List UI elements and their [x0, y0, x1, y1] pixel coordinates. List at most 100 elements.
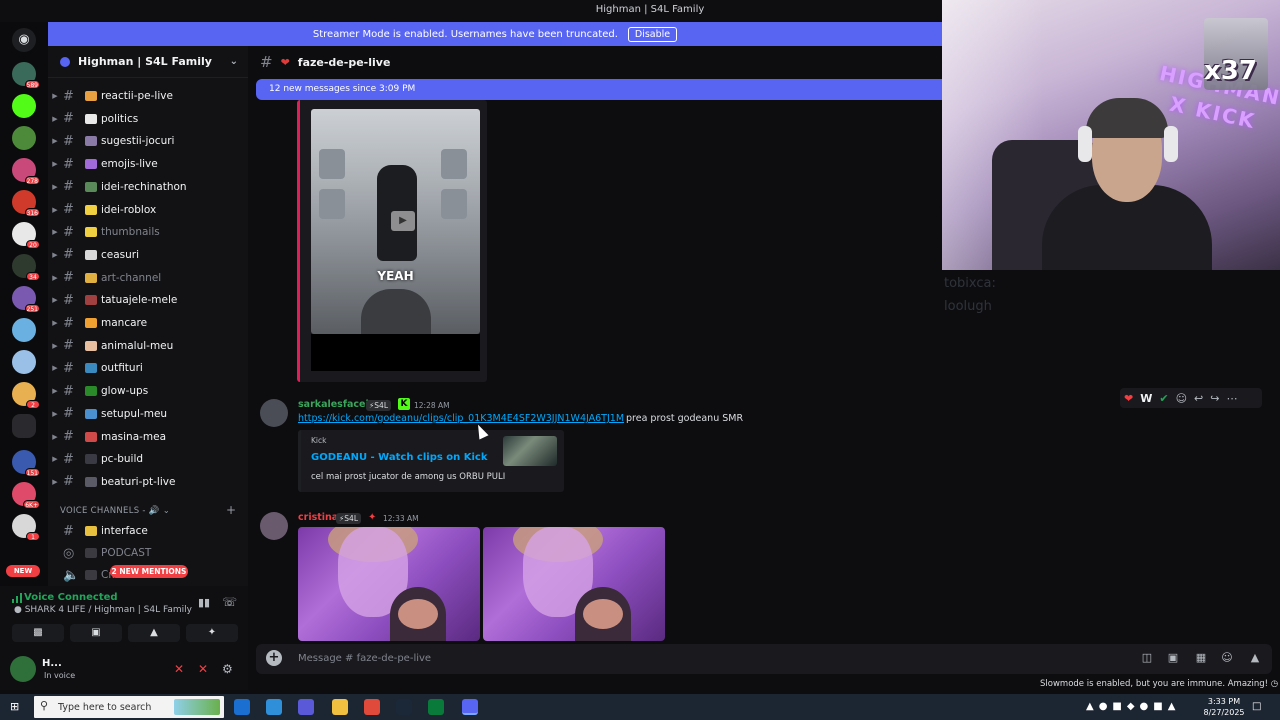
- voice-category-header[interactable]: VOICE CHANNELS - 🔊 ⌄: [60, 506, 170, 516]
- server-folder-icon[interactable]: [12, 414, 36, 438]
- system-tray[interactable]: ▲●■◆●■▲: [1086, 701, 1180, 712]
- voice-channel-podcast[interactable]: ◎ PODCAST: [48, 543, 248, 563]
- message-input[interactable]: Message # faze-de-pe-live: [298, 653, 431, 664]
- channel-item[interactable]: ▶ # emojis-live: [48, 154, 248, 174]
- discord-taskbar-icon[interactable]: [462, 699, 478, 715]
- soundboard-button[interactable]: ✦: [186, 624, 238, 642]
- avatar[interactable]: [10, 656, 36, 682]
- discord-home-icon[interactable]: ◉: [12, 28, 36, 52]
- server-icon-10[interactable]: [12, 350, 36, 374]
- heart-reaction-icon[interactable]: ❤: [1124, 392, 1133, 405]
- server-icon-kick[interactable]: [12, 94, 36, 118]
- hash-icon: #: [63, 270, 74, 286]
- video-off-button[interactable]: ▩: [12, 624, 64, 642]
- server-header[interactable]: Highman | S4L Family ⌄: [48, 46, 248, 78]
- taskbar-app-icon[interactable]: [266, 699, 282, 715]
- sticker-icon[interactable]: ▦: [1194, 651, 1208, 665]
- channel-item[interactable]: ▶ # politics: [48, 109, 248, 129]
- apps-icon[interactable]: ▲: [1248, 651, 1262, 665]
- server-icon-11[interactable]: 2: [12, 382, 40, 409]
- channel-item[interactable]: ▶ # setupul-meu: [48, 404, 248, 424]
- taskbar-search[interactable]: ⚲ Type here to search: [34, 696, 224, 718]
- steam-icon[interactable]: [396, 699, 412, 715]
- server-icon-6[interactable]: 20: [12, 222, 40, 249]
- attached-image[interactable]: [483, 527, 665, 641]
- channel-item[interactable]: ▶ # masina-mea: [48, 427, 248, 447]
- browser-icon[interactable]: [364, 699, 380, 715]
- video-embed[interactable]: ▶ YEAH: [297, 100, 487, 382]
- embed-thumbnail[interactable]: [503, 436, 557, 466]
- activities-button[interactable]: ▲: [128, 624, 180, 642]
- w-reaction[interactable]: W: [1140, 392, 1152, 405]
- taskbar-app-icon[interactable]: [428, 699, 444, 715]
- add-reaction-icon[interactable]: ☺: [1176, 392, 1187, 405]
- channel-item[interactable]: ▶ # reactii-pe-live: [48, 86, 248, 106]
- notifications-icon[interactable]: □: [1252, 701, 1261, 712]
- gift-icon[interactable]: ◫: [1140, 651, 1154, 665]
- server-icon-1[interactable]: 589: [12, 62, 40, 89]
- voice-connected-status[interactable]: Voice Connected: [24, 592, 118, 603]
- forward-icon[interactable]: ↪: [1210, 392, 1219, 405]
- disconnect-icon[interactable]: ☏: [222, 595, 237, 609]
- more-icon[interactable]: ⋯: [1226, 392, 1237, 405]
- mute-mic-icon[interactable]: ✕: [174, 662, 184, 676]
- channel-item[interactable]: ▶ # glow-ups: [48, 381, 248, 401]
- server-icon-13[interactable]: 6K+: [12, 482, 40, 509]
- server-icon-8[interactable]: 251: [12, 286, 40, 313]
- taskbar-clock[interactable]: 3:33 PM 8/27/2025: [1202, 696, 1246, 718]
- collapse-arrow-icon: ▶: [52, 250, 58, 259]
- server-icon-14[interactable]: 1: [12, 514, 40, 541]
- channel-item[interactable]: ▶ # idei-roblox: [48, 200, 248, 220]
- noise-suppression-icon[interactable]: ▮▮: [198, 596, 210, 609]
- play-icon[interactable]: ▶: [391, 211, 415, 231]
- embed-title[interactable]: GODEANU - Watch clips on Kick: [311, 452, 488, 463]
- message-author[interactable]: cristina: [298, 512, 338, 523]
- gear-icon[interactable]: ⚙: [222, 662, 233, 676]
- deafen-icon[interactable]: ✕: [198, 662, 208, 676]
- add-channel-icon[interactable]: +: [226, 503, 236, 517]
- channel-item[interactable]: ▶ # idei-rechinathon: [48, 177, 248, 197]
- taskbar-app-icon[interactable]: [298, 699, 314, 715]
- collapse-arrow-icon: ▶: [52, 341, 58, 350]
- channel-item[interactable]: ▶ # ceasuri: [48, 245, 248, 265]
- channel-item[interactable]: ▶ # mancare: [48, 313, 248, 333]
- attach-plus-icon[interactable]: +: [266, 650, 282, 666]
- server-icon-5[interactable]: 316: [12, 190, 40, 217]
- channel-item[interactable]: ▶ # thumbnails: [48, 222, 248, 242]
- task-view-icon[interactable]: [234, 699, 250, 715]
- channel-item[interactable]: ▶ # art-channel: [48, 268, 248, 288]
- avatar[interactable]: [260, 399, 288, 427]
- server-icon-4[interactable]: 278: [12, 158, 40, 185]
- check-reaction-icon[interactable]: ✔: [1159, 392, 1168, 405]
- server-icon-9[interactable]: [12, 318, 36, 342]
- channel-item[interactable]: ▶ # sugestii-jocuri: [48, 131, 248, 151]
- reply-icon[interactable]: ↩: [1194, 392, 1203, 405]
- message-author[interactable]: sarkalesfaceit: [298, 399, 373, 410]
- collapse-arrow-icon: ▶: [52, 364, 58, 373]
- new-unreads-pill[interactable]: NEW: [6, 565, 40, 577]
- server-icon-12[interactable]: 151: [12, 450, 40, 477]
- channel-item[interactable]: ▶ # tatuajele-mele: [48, 290, 248, 310]
- user-name: H...: [42, 658, 62, 669]
- clip-link[interactable]: https://kick.com/godeanu/clips/clip_01K3…: [298, 413, 624, 424]
- windows-start-icon[interactable]: ⊞: [10, 701, 22, 713]
- channel-item[interactable]: ▶ # beaturi-pt-live: [48, 472, 248, 492]
- gif-icon[interactable]: ▣: [1166, 651, 1180, 665]
- file-explorer-icon[interactable]: [332, 699, 348, 715]
- avatar[interactable]: [260, 512, 288, 540]
- server-tag: ⚡S4L: [366, 400, 391, 411]
- server-icon-3[interactable]: [12, 126, 36, 150]
- voice-channel-interface[interactable]: # interface: [48, 521, 248, 541]
- channel-item[interactable]: ▶ # outfituri: [48, 358, 248, 378]
- channel-item[interactable]: ▶ # pc-build: [48, 449, 248, 469]
- disable-streamer-mode-button[interactable]: Disable: [627, 26, 678, 42]
- video-thumbnail[interactable]: ▶ YEAH: [311, 109, 480, 334]
- channel-item[interactable]: ▶ # animalul-meu: [48, 336, 248, 356]
- emoji-icon[interactable]: ☺: [1220, 651, 1234, 665]
- new-mentions-pill[interactable]: 2 NEW MENTIONS: [110, 565, 188, 578]
- attached-image[interactable]: [298, 527, 480, 641]
- new-messages-bar[interactable]: 12 new messages since 3:09 PM: [256, 79, 942, 100]
- signal-icon[interactable]: [12, 593, 22, 603]
- screen-share-button[interactable]: ▣: [70, 624, 122, 642]
- server-icon-7[interactable]: 34: [12, 254, 40, 281]
